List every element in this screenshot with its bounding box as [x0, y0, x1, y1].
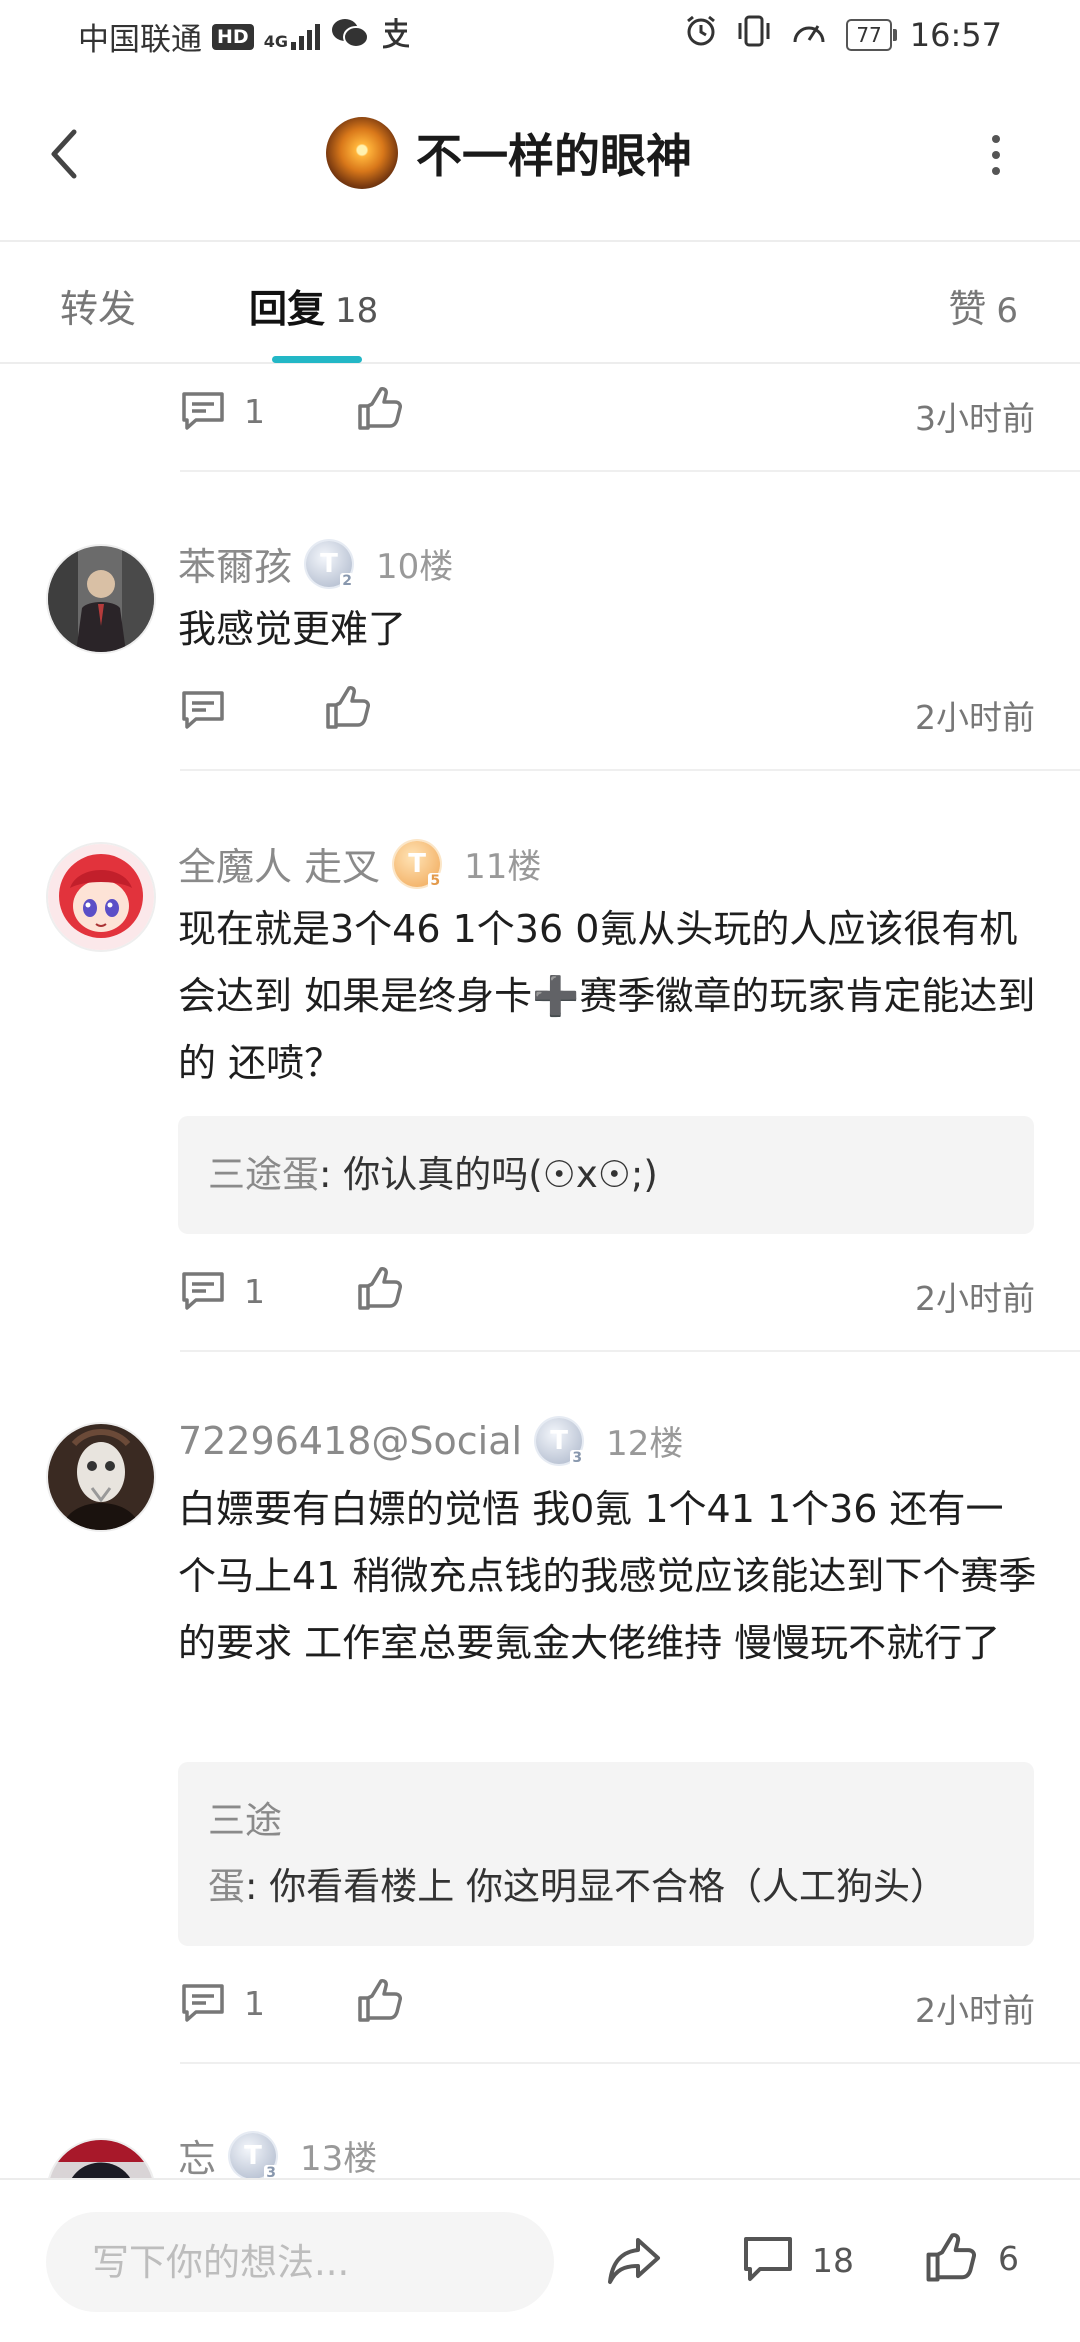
reply-actions: 1 2小时前	[180, 1974, 1035, 2034]
quote-text: : 你看看楼上 你这明显不合格（人工狗头）	[245, 1865, 947, 1908]
reply-time: 2小时前	[915, 698, 1035, 737]
comment-icon[interactable]	[180, 390, 226, 432]
reply-content: 白嫖要有白嫖的觉悟 我0氪 1个41 1个36 还有一个马上41 稍微充点钱的我…	[178, 1487, 1037, 1665]
reply-content: 我感觉更难了	[178, 607, 407, 651]
reply-actions: 1 2小时前	[180, 1262, 1035, 1322]
badge-level: 3	[570, 1449, 585, 1466]
vibrate-icon	[736, 14, 772, 56]
reply-time: 2小时前	[915, 1991, 1035, 2030]
reply-header: 苯爾孩 T2 10楼	[178, 536, 453, 591]
tab-like-label: 赞	[948, 287, 987, 331]
user-avatar[interactable]	[46, 544, 156, 654]
floor-number: 13楼	[300, 2139, 378, 2179]
chevron-left-icon	[51, 129, 77, 179]
signal-icon: 4G	[263, 23, 321, 51]
alarm-icon	[684, 14, 718, 56]
like-icon[interactable]	[356, 386, 402, 432]
page-header: 不一样的眼神	[326, 117, 692, 189]
forum-avatar[interactable]	[326, 117, 398, 189]
comment-count: 1	[244, 392, 265, 431]
carrier-label: 中国联通	[78, 22, 202, 58]
wechat-icon	[331, 17, 369, 57]
battery-icon: 77	[846, 19, 898, 51]
bottom-comment-button[interactable]: 18	[742, 2228, 854, 2292]
page-title: 不一样的眼神	[416, 129, 692, 183]
reply-actions: 1 3小时前	[180, 382, 1035, 442]
hd-icon: HD	[212, 23, 254, 50]
like-icon	[926, 2233, 976, 2282]
reply-header: 72296418@Social T3 12楼	[178, 1416, 684, 1466]
tab-forward[interactable]: 转发	[60, 278, 136, 333]
reply-time: 2小时前	[915, 1279, 1035, 1318]
username[interactable]: 苯爾孩	[178, 536, 292, 591]
reply-actions: 2小时前	[180, 681, 1035, 741]
alipay-icon	[379, 16, 413, 58]
tab-like-count: 6	[996, 291, 1018, 331]
speed-icon	[790, 14, 828, 56]
status-bar: 中国联通 HD 4G 77 16:57	[0, 0, 1080, 72]
like-icon[interactable]	[356, 1978, 402, 2024]
floor-number: 12楼	[606, 1424, 684, 1464]
quote-username[interactable]: 三途蛋	[208, 1153, 319, 1196]
sub-reply-quote[interactable]: 三途蛋: 你看看楼上 你这明显不合格（人工狗头）	[178, 1762, 1034, 1946]
reply-content: 现在就是3个46 1个36 0氪从头玩的人应该很有机会达到 如果是终身卡➕赛季徽…	[178, 907, 1036, 1085]
tab-reply[interactable]: 回复 18	[249, 278, 378, 333]
badge-label: T	[550, 1425, 568, 1456]
badge-level: 5	[428, 872, 443, 889]
level-badge-icon: T3	[536, 1417, 585, 1466]
badge-label: T	[408, 848, 426, 879]
divider	[180, 1350, 1080, 1352]
username[interactable]: 72296418@Social	[178, 1419, 522, 1463]
badge-label: T	[244, 2140, 262, 2171]
bottom-comment-count: 18	[812, 2240, 854, 2280]
sub-reply-quote[interactable]: 三途蛋: 你认真的吗(☉x☉;)	[178, 1116, 1034, 1234]
tab-indicator	[272, 356, 362, 363]
comment-input[interactable]	[46, 2212, 554, 2312]
divider	[180, 470, 1080, 472]
share-icon	[608, 2238, 660, 2284]
comment-icon[interactable]	[180, 1982, 226, 2024]
tab-reply-count: 18	[335, 291, 379, 331]
network-type: 4G	[263, 31, 288, 51]
clock: 16:57	[909, 16, 1002, 54]
tab-reply-label: 回复	[249, 287, 326, 331]
quote-text: : 你认真的吗(☉x☉;)	[319, 1153, 658, 1196]
floor-number: 10楼	[376, 547, 454, 587]
share-button[interactable]	[604, 2230, 664, 2290]
bottom-like-button[interactable]: 6	[924, 2226, 1019, 2290]
floor-number: 11楼	[464, 847, 542, 887]
more-vertical-icon	[992, 135, 1000, 175]
tab-forward-label: 转发	[60, 287, 137, 331]
comment-icon[interactable]	[180, 1270, 226, 1312]
comment-count: 1	[244, 1272, 265, 1311]
like-icon[interactable]	[324, 685, 370, 731]
tab-bar: 转发 回复 18 赞6	[0, 240, 1080, 364]
reply-header: 忘 T3 13楼	[178, 2128, 377, 2183]
badge-label: T	[320, 548, 338, 579]
more-button[interactable]	[986, 132, 1006, 178]
username[interactable]: 忘	[178, 2128, 216, 2183]
bottom-bar: 18 6	[0, 2178, 1080, 2342]
reply-header: 全魔人 走叉 T5 11楼	[178, 836, 541, 891]
comment-count: 1	[244, 1984, 265, 2023]
level-badge-icon: T2	[306, 540, 355, 589]
divider	[180, 769, 1080, 771]
user-avatar[interactable]	[46, 1422, 156, 1532]
bottom-like-count: 6	[998, 2238, 1019, 2278]
comment-icon	[744, 2237, 792, 2281]
reply-time: 3小时前	[915, 399, 1035, 438]
title-bar: 不一样的眼神	[0, 72, 1080, 242]
divider	[180, 2062, 1080, 2064]
username[interactable]: 全魔人 走叉	[178, 836, 380, 891]
back-button[interactable]	[44, 122, 84, 186]
comment-icon[interactable]	[180, 689, 226, 731]
like-icon[interactable]	[356, 1266, 402, 1312]
level-badge-icon: T5	[394, 840, 443, 889]
user-avatar[interactable]	[46, 842, 156, 952]
tab-like[interactable]: 赞6	[948, 278, 1018, 333]
badge-level: 2	[340, 572, 355, 589]
level-badge-icon: T3	[230, 2132, 279, 2181]
